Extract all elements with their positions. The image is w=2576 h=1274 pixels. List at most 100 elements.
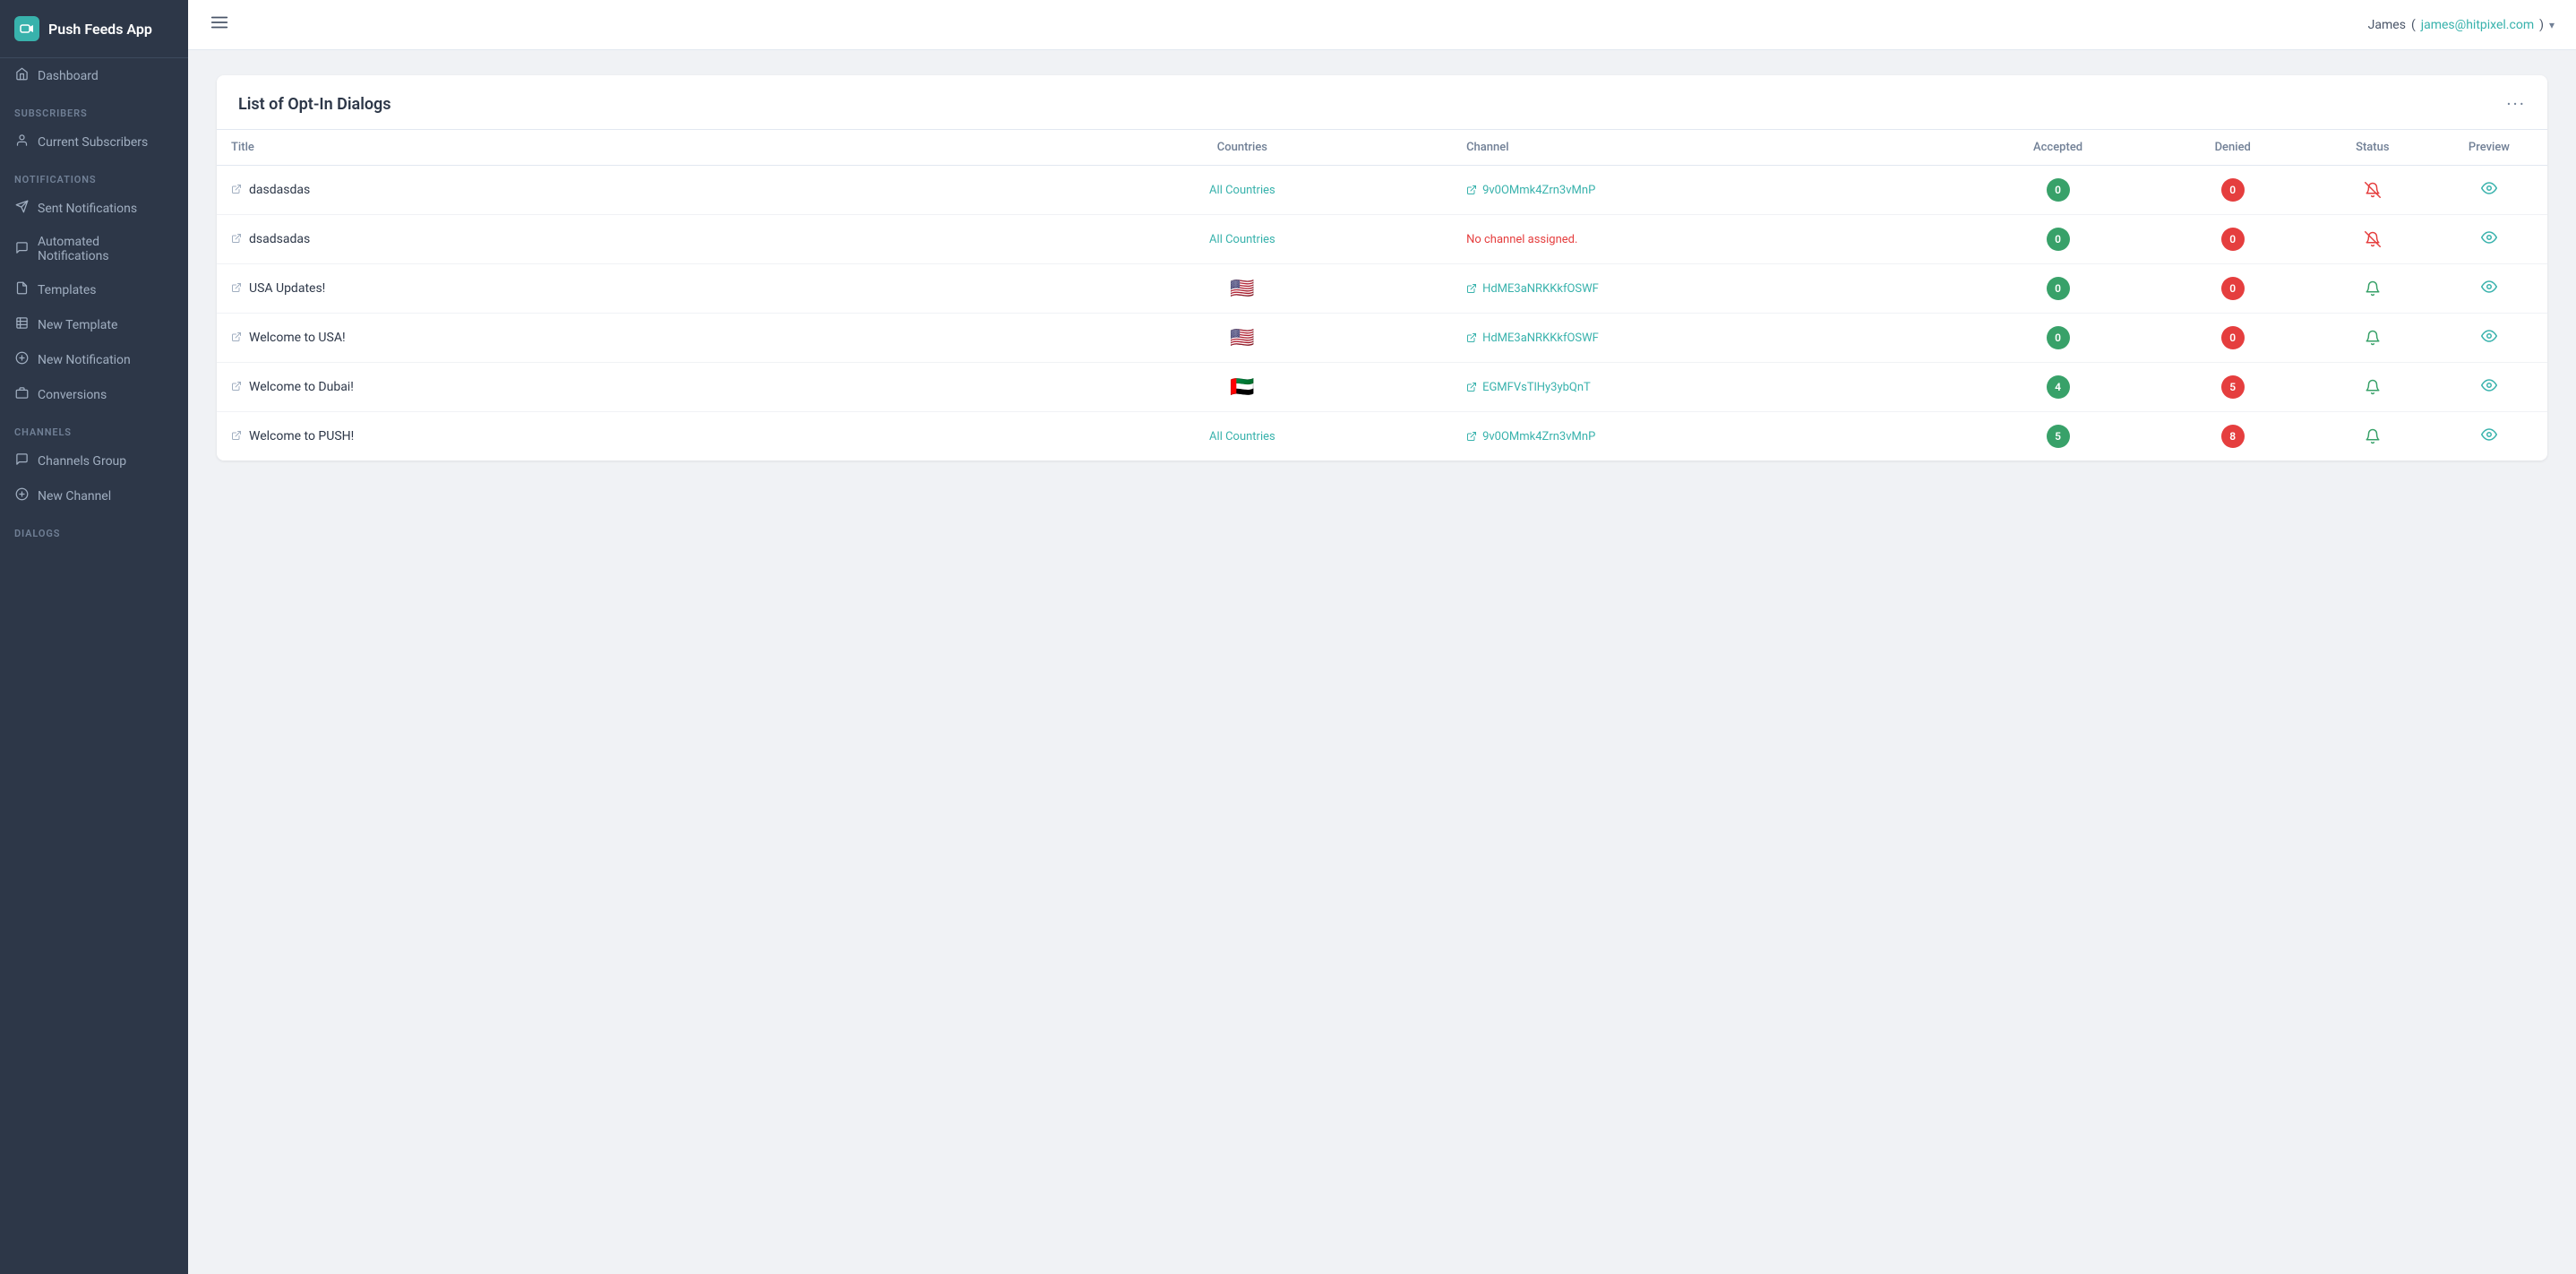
card-header: List of Opt-In Dialogs ··· [217,75,2547,130]
flag-emoji: 🇺🇸 [1230,327,1254,349]
title-text: Welcome to Dubai! [249,380,354,394]
denied-badge: 0 [2221,326,2245,349]
sidebar-label-dashboard: Dashboard [38,69,99,83]
table-row: USA Updates!🇺🇸 HdME3aNRKKkfOSWF 00 [217,264,2547,314]
preview-eye-icon[interactable] [2481,231,2497,250]
cell-status-0 [2314,166,2431,215]
all-countries-link[interactable]: All Countries [1209,184,1275,197]
channel-link[interactable]: 9v0OMmk4Zrn3vMnP [1466,430,1950,443]
cell-preview-3 [2431,314,2547,363]
cell-denied-5: 8 [2151,412,2314,461]
sidebar-label-sent-notifications: Sent Notifications [38,202,137,216]
cell-denied-1: 0 [2151,215,2314,264]
col-countries: Countries [1033,130,1452,166]
no-channel-text: No channel assigned. [1466,233,1577,246]
cell-countries-0: All Countries [1033,166,1452,215]
cell-channel-0: 9v0OMmk4Zrn3vMnP [1452,166,1964,215]
channel-link[interactable]: HdME3aNRKKkfOSWF [1466,282,1950,296]
preview-eye-icon[interactable] [2481,330,2497,349]
cell-title-1: dsadsadas [217,215,1033,264]
table-row: Welcome to USA!🇺🇸 HdME3aNRKKkfOSWF 00 [217,314,2547,363]
cell-preview-0 [2431,166,2547,215]
title-text: Welcome to USA! [249,331,346,345]
status-bell-icon[interactable] [2329,182,2417,198]
cell-status-1 [2314,215,2431,264]
sidebar-item-new-notification[interactable]: New Notification [0,342,188,377]
status-bell-icon[interactable] [2329,280,2417,297]
denied-badge: 0 [2221,277,2245,300]
status-bell-icon[interactable] [2329,379,2417,395]
new-notification-icon [14,351,29,368]
app-logo: Push Feeds App [0,0,188,58]
title-text: USA Updates! [249,281,325,296]
cell-preview-4 [2431,363,2547,412]
card-options-icon[interactable]: ··· [2506,93,2526,115]
col-status: Status [2314,130,2431,166]
status-bell-icon[interactable] [2329,231,2417,247]
status-bell-icon[interactable] [2329,428,2417,444]
main-content: James ( james@hitpixel.com ) ▾ List of O… [188,0,2576,1274]
user-email[interactable]: james@hitpixel.com [2421,18,2534,32]
cell-channel-5: 9v0OMmk4Zrn3vMnP [1452,412,1964,461]
external-link-icon [231,381,242,394]
sidebar-label-conversions: Conversions [38,388,107,402]
channel-link[interactable]: HdME3aNRKKkfOSWF [1466,331,1950,345]
cell-denied-2: 0 [2151,264,2314,314]
user-paren-close: ) [2539,18,2544,32]
cell-denied-4: 5 [2151,363,2314,412]
cell-preview-2 [2431,264,2547,314]
title-text: Welcome to PUSH! [249,429,354,443]
table-row: Welcome to PUSH! All Countries 9v0OMmk4Zr… [217,412,2547,461]
denied-badge: 0 [2221,228,2245,251]
sidebar-item-channels-group[interactable]: Channels Group [0,443,188,478]
cell-channel-1: No channel assigned. [1452,215,1964,264]
cell-status-2 [2314,264,2431,314]
cell-channel-2: HdME3aNRKKkfOSWF [1452,264,1964,314]
home-icon [14,67,29,84]
sidebar-item-new-template[interactable]: New Template [0,307,188,342]
denied-badge: 8 [2221,425,2245,448]
app-name: Push Feeds App [48,21,152,38]
sidebar-item-current-subscribers[interactable]: Current Subscribers [0,125,188,159]
col-accepted: Accepted [1965,130,2151,166]
all-countries-link[interactable]: All Countries [1209,430,1275,443]
conversions-icon [14,386,29,403]
external-link-icon [231,233,242,246]
channel-link[interactable]: EGMFVsTlHy3ybQnT [1466,381,1950,394]
cell-title-4: Welcome to Dubai! [217,363,1033,412]
table-row: Welcome to Dubai!🇦🇪 EGMFVsTlHy3ybQnT 45 [217,363,2547,412]
preview-eye-icon[interactable] [2481,379,2497,398]
channel-link[interactable]: 9v0OMmk4Zrn3vMnP [1466,184,1950,197]
cell-channel-3: HdME3aNRKKkfOSWF [1452,314,1964,363]
cell-preview-1 [2431,215,2547,264]
status-bell-icon[interactable] [2329,330,2417,346]
sidebar: Push Feeds App Dashboard Subscribers Cur… [0,0,188,1274]
opt-in-dialogs-card: List of Opt-In Dialogs ··· Title Countri… [217,75,2547,461]
cell-countries-4: 🇦🇪 [1033,363,1452,412]
sidebar-item-sent-notifications[interactable]: Sent Notifications [0,191,188,226]
menu-toggle-button[interactable] [210,13,229,38]
cell-countries-5: All Countries [1033,412,1452,461]
cell-accepted-5: 5 [1965,412,2151,461]
accepted-badge: 0 [2047,228,2070,251]
sidebar-item-templates[interactable]: Templates [0,272,188,307]
sidebar-label-automated-notifications: Automated Notifications [38,235,174,263]
sidebar-label-new-notification: New Notification [38,353,131,367]
sidebar-label-channels-group: Channels Group [38,454,126,469]
preview-eye-icon[interactable] [2481,182,2497,201]
sidebar-item-automated-notifications[interactable]: Automated Notifications [0,226,188,272]
app-logo-icon [14,16,39,41]
all-countries-link[interactable]: All Countries [1209,233,1275,246]
section-label-dialogs: Dialogs [0,513,188,545]
sidebar-item-conversions[interactable]: Conversions [0,377,188,412]
cell-countries-3: 🇺🇸 [1033,314,1452,363]
user-menu[interactable]: James ( james@hitpixel.com ) ▾ [2368,18,2555,32]
sidebar-item-dashboard[interactable]: Dashboard [0,58,188,93]
sidebar-item-new-channel[interactable]: New Channel [0,478,188,513]
denied-badge: 5 [2221,375,2245,399]
table-row: dsadsadas All Countries No channel assigne… [217,215,2547,264]
preview-eye-icon[interactable] [2481,428,2497,447]
cell-title-5: Welcome to PUSH! [217,412,1033,461]
col-channel: Channel [1452,130,1964,166]
preview-eye-icon[interactable] [2481,280,2497,299]
